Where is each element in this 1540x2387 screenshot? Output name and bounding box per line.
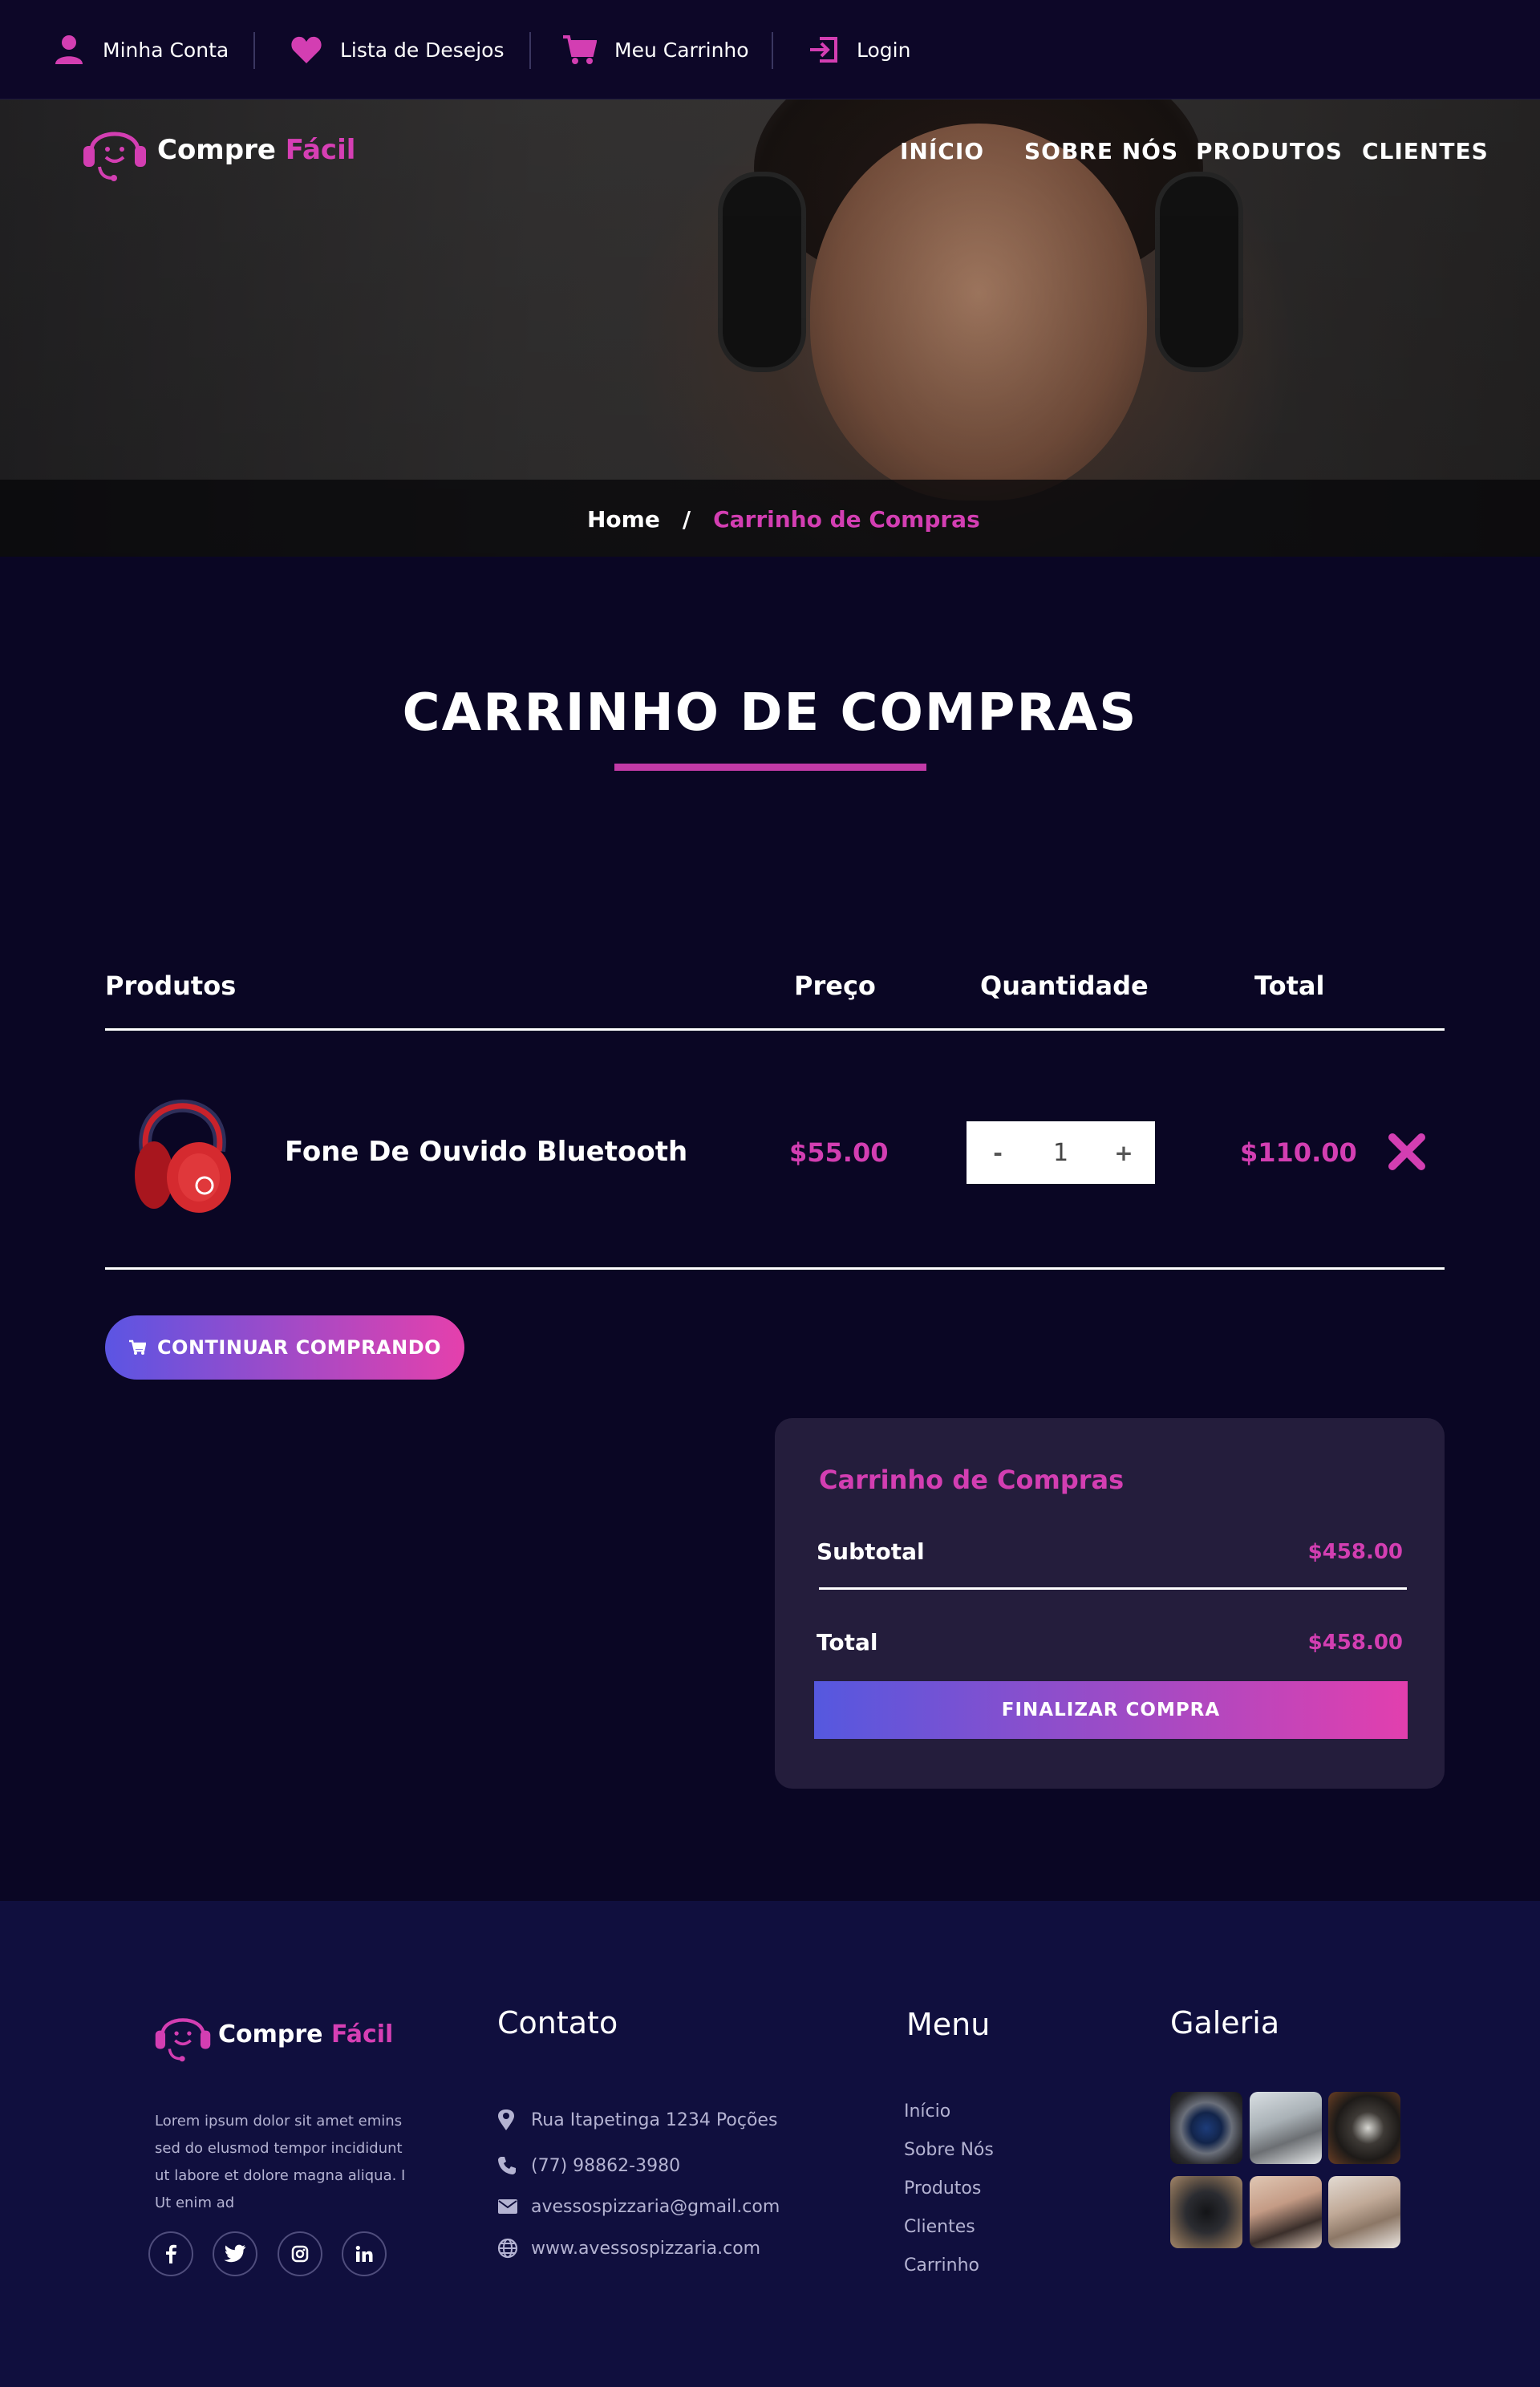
- nav-inicio[interactable]: INÍCIO: [900, 138, 984, 164]
- total-label: Total: [817, 1629, 878, 1656]
- summary-title: Carrinho de Compras: [819, 1465, 1125, 1495]
- headset-smile-icon: [83, 132, 146, 181]
- contact-heading: Contato: [497, 2005, 618, 2040]
- subtotal-label: Subtotal: [817, 1538, 925, 1565]
- cart-summary: Carrinho de Compras Subtotal $458.00 Tot…: [775, 1418, 1445, 1789]
- continue-shopping-button[interactable]: CONTINUAR COMPRANDO: [105, 1315, 464, 1380]
- my-account-link[interactable]: Minha Conta: [53, 30, 229, 69]
- heart-icon: [291, 36, 322, 63]
- total-value: $458.00: [1307, 1631, 1403, 1655]
- finalize-purchase-button[interactable]: FINALIZAR COMPRA: [814, 1681, 1408, 1739]
- gallery-image-wrist-watch[interactable]: [1328, 2176, 1400, 2248]
- my-cart-link[interactable]: Meu Carrinho: [561, 30, 749, 69]
- gallery-image-man-headphones[interactable]: [1250, 2092, 1322, 2164]
- gallery-image-watch-gold[interactable]: [1328, 2092, 1400, 2164]
- product-price: $55.00: [789, 1137, 889, 1168]
- nav-sobre-nos[interactable]: SOBRE NÓS: [1024, 138, 1178, 164]
- brand-name: Compre Fácil: [157, 134, 355, 166]
- login-link[interactable]: Login: [808, 30, 910, 69]
- footer-brand-second: Fácil: [330, 2020, 394, 2049]
- footer-menu-produtos[interactable]: Produtos: [904, 2178, 981, 2199]
- product-name[interactable]: Fone De Ouvido Bluetooth: [285, 1136, 687, 1168]
- subtotal-value: $458.00: [1307, 1540, 1403, 1564]
- menu-heading: Menu: [906, 2007, 991, 2042]
- linkedin-icon[interactable]: [342, 2231, 387, 2276]
- breadcrumb: Home / Carrinho de Compras: [587, 503, 980, 535]
- table-header-divider: [105, 1028, 1445, 1031]
- nav-clientes[interactable]: CLIENTES: [1362, 138, 1489, 164]
- row-total: $110.00: [1240, 1137, 1357, 1168]
- login-label: Login: [857, 38, 911, 62]
- footer-menu-clientes[interactable]: Clientes: [904, 2217, 975, 2237]
- top-bar: Minha Conta Lista de Desejos Meu Carrinh…: [0, 0, 1540, 99]
- gallery-image-woman-headphones[interactable]: [1250, 2176, 1322, 2248]
- header-quantity: Quantidade: [980, 971, 1149, 1001]
- page-title: CARRINHO DE COMPRAS: [402, 683, 1138, 743]
- twitter-icon[interactable]: [213, 2231, 257, 2276]
- header-products: Produtos: [105, 971, 237, 1001]
- user-icon: [55, 35, 83, 64]
- qty-increase-button[interactable]: +: [1092, 1140, 1155, 1166]
- divider: [253, 32, 255, 69]
- table-bottom-divider: [105, 1267, 1445, 1270]
- breadcrumb-home[interactable]: Home: [587, 506, 660, 533]
- footer-menu-carrinho[interactable]: Carrinho: [904, 2255, 979, 2276]
- gallery-heading: Galeria: [1170, 2005, 1280, 2040]
- header-price: Preço: [794, 971, 876, 1001]
- footer-brand-name: Compre Fácil: [218, 2020, 393, 2049]
- quantity-stepper: - 1 +: [967, 1121, 1155, 1184]
- brand-first: Compre: [157, 134, 276, 166]
- close-x-icon[interactable]: [1386, 1131, 1428, 1173]
- wishlist-link[interactable]: Lista de Desejos: [290, 30, 504, 69]
- continue-shopping-label: CONTINUAR COMPRANDO: [156, 1336, 442, 1359]
- header-total: Total: [1254, 971, 1325, 1001]
- login-icon: [810, 37, 837, 63]
- contact-email-text: avessospizzaria@gmail.com: [531, 2196, 780, 2217]
- cart-small-icon: [128, 1339, 146, 1355]
- gallery-image-watch-black[interactable]: [1170, 2176, 1242, 2248]
- map-pin-icon: [498, 2109, 514, 2130]
- footer-menu-sobre-nos[interactable]: Sobre Nós: [904, 2140, 994, 2160]
- nav-produtos[interactable]: PRODUTOS: [1196, 138, 1343, 164]
- cart-icon: [563, 35, 597, 64]
- breadcrumb-current: Carrinho de Compras: [713, 505, 980, 533]
- title-underline: [614, 764, 926, 771]
- brand-second: Fácil: [285, 134, 356, 166]
- gallery-image-watch-blue[interactable]: [1170, 2092, 1242, 2164]
- globe-icon: [497, 2238, 518, 2259]
- headphones-product-image[interactable]: [128, 1075, 237, 1215]
- wishlist-label: Lista de Desejos: [340, 38, 505, 62]
- my-cart-label: Meu Carrinho: [614, 38, 749, 62]
- headset-smile-icon: [155, 2018, 211, 2062]
- facebook-icon[interactable]: [148, 2231, 193, 2276]
- divider: [772, 32, 773, 69]
- qty-decrease-button[interactable]: -: [967, 1140, 1029, 1166]
- footer-description: Lorem ipsum dolor sit amet emins sed do …: [155, 2113, 406, 2211]
- breadcrumb-separator: /: [682, 505, 691, 533]
- phone-icon: [498, 2157, 516, 2174]
- header-logo[interactable]: Compre Fácil: [80, 117, 355, 183]
- footer-menu-inicio[interactable]: Início: [904, 2101, 950, 2122]
- footer-brand-first: Compre: [218, 2020, 323, 2049]
- instagram-icon[interactable]: [278, 2231, 322, 2276]
- contact-address-text: Rua Itapetinga 1234 Poções: [531, 2109, 778, 2130]
- summary-divider: [819, 1587, 1407, 1590]
- envelope-icon: [498, 2199, 517, 2214]
- divider: [529, 32, 531, 69]
- my-account-label: Minha Conta: [103, 38, 229, 62]
- contact-phone-text: (77) 98862-3980: [531, 2155, 681, 2176]
- footer-logo[interactable]: Compre Fácil: [152, 2005, 393, 2063]
- qty-value[interactable]: 1: [1029, 1139, 1092, 1167]
- contact-website-text: www.avessospizzaria.com: [531, 2238, 761, 2259]
